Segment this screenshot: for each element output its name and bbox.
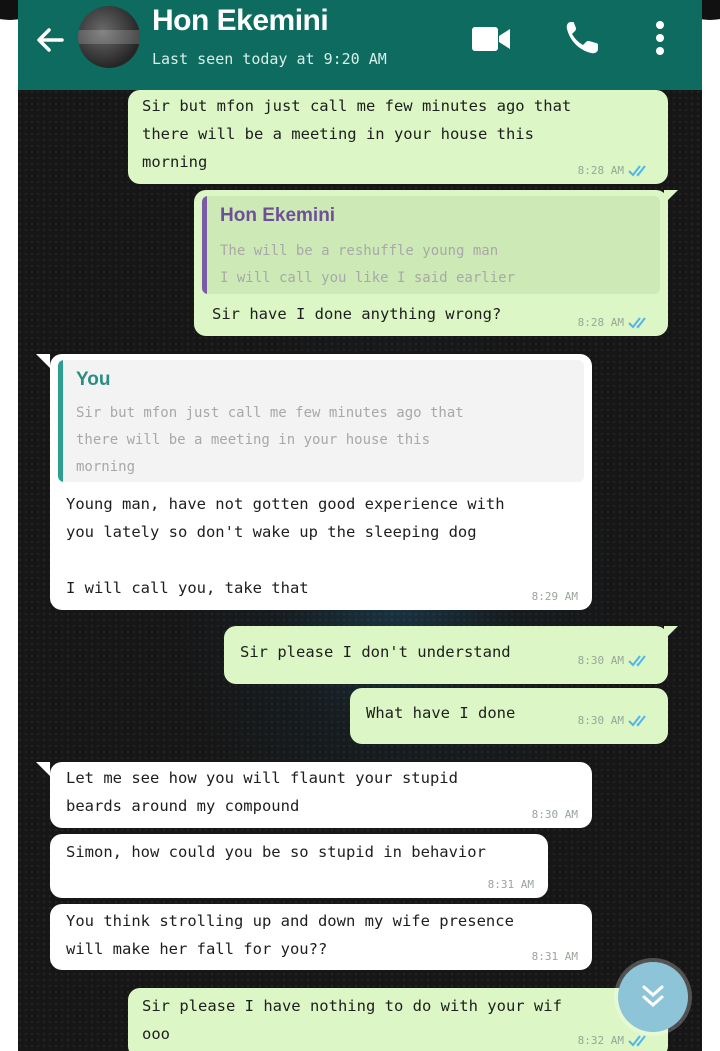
message-text: What have I done [366, 704, 516, 722]
message-outgoing[interactable]: Sir please I have nothing to do with you… [128, 988, 668, 1051]
avatar-detail [78, 30, 140, 44]
last-seen-status: Last seen today at 9:20 AM [152, 50, 387, 68]
message-time: 8:30 AM [577, 714, 624, 727]
double-check-icon [628, 715, 646, 727]
quote-author: Hon Ekemini [220, 205, 336, 226]
message-meta: 8:29 AM [532, 590, 578, 604]
message-text: Let me see how you will flaunt your stup… [66, 769, 458, 815]
message-outgoing[interactable]: What have I done 8:30 AM [350, 688, 668, 744]
contact-avatar[interactable] [78, 6, 140, 68]
message-meta: 8:30 AM [578, 714, 654, 728]
message-text: Sir please I don't understand [240, 643, 511, 661]
message-time: 8:31 AM [531, 950, 578, 963]
message-text: Sir have I done anything wrong? [212, 305, 502, 323]
message-meta: 8:32 AM [578, 1034, 654, 1048]
message-time: 8:28 AM [577, 316, 624, 329]
quote-text: The will be a reshuffle young man I will… [220, 243, 516, 286]
message-text: Young man, have not gotten good experien… [66, 495, 505, 597]
message-time: 8:29 AM [531, 590, 578, 603]
message-outgoing[interactable]: Sir please I don't understand 8:30 AM [224, 626, 668, 684]
phone-icon[interactable] [562, 18, 602, 58]
message-meta: 8:30 AM [578, 654, 654, 668]
message-incoming[interactable]: Let me see how you will flaunt your stup… [50, 762, 592, 828]
quoted-message[interactable]: Hon Ekemini The will be a reshuffle youn… [202, 196, 660, 294]
chat-screen: Sir but mfon just call me few minutes ag… [18, 0, 702, 1051]
message-incoming[interactable]: You Sir but mfon just call me few minute… [50, 354, 592, 610]
message-text: Sir please I have nothing to do with you… [142, 997, 562, 1043]
message-meta: 8:28 AM [578, 316, 654, 330]
message-meta: 8:28 AM [578, 164, 654, 178]
quote-bar [202, 196, 207, 294]
message-text: Simon, how could you be so stupid in beh… [66, 843, 486, 861]
contact-name[interactable]: Hon Ekemini [152, 4, 329, 38]
double-check-icon [628, 165, 646, 177]
double-check-icon [628, 317, 646, 329]
message-outgoing[interactable]: Sir but mfon just call me few minutes ag… [128, 90, 668, 184]
message-outgoing[interactable]: Hon Ekemini The will be a reshuffle youn… [194, 190, 668, 336]
message-text: Sir but mfon just call me few minutes ag… [142, 97, 572, 171]
message-meta: 8:31 AM [488, 878, 534, 892]
quoted-message[interactable]: You Sir but mfon just call me few minute… [58, 360, 584, 482]
message-time: 8:31 AM [487, 878, 534, 891]
more-options-icon[interactable] [654, 20, 666, 56]
back-arrow-icon[interactable] [32, 22, 68, 58]
quote-text: Sir but mfon just call me few minutes ag… [76, 405, 464, 475]
chat-header: Hon Ekemini Last seen today at 9:20 AM [18, 0, 702, 90]
double-check-icon [628, 655, 646, 667]
message-incoming[interactable]: Simon, how could you be so stupid in beh… [50, 834, 548, 898]
scroll-to-bottom-button[interactable] [618, 962, 688, 1032]
message-text: You think strolling up and down my wife … [66, 912, 514, 958]
quote-author: You [76, 369, 111, 390]
bubble-tail [36, 762, 50, 776]
double-check-icon [628, 1035, 646, 1047]
bubble-tail [36, 354, 50, 368]
video-call-icon[interactable] [470, 24, 512, 54]
message-meta: 8:31 AM [532, 950, 578, 964]
quote-bar [58, 360, 63, 482]
message-time: 8:30 AM [531, 808, 578, 821]
double-chevron-down-icon [642, 985, 664, 1008]
message-time: 8:28 AM [577, 164, 624, 177]
message-incoming[interactable]: You think strolling up and down my wife … [50, 904, 592, 970]
message-meta: 8:30 AM [532, 808, 578, 822]
message-time: 8:32 AM [577, 1034, 624, 1047]
message-time: 8:30 AM [577, 654, 624, 667]
